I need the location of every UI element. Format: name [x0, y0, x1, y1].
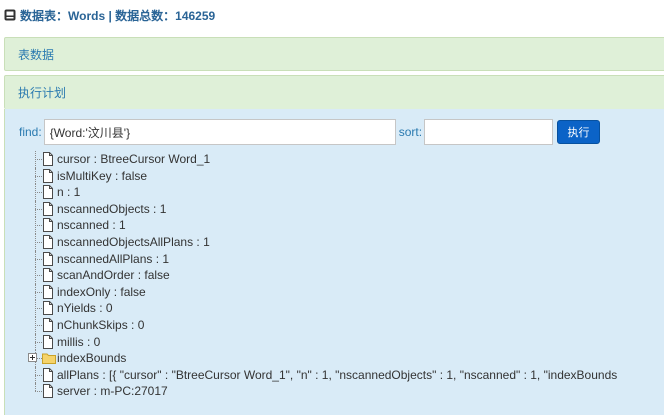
file-icon: [42, 201, 54, 216]
tree-elbow-line: [35, 374, 42, 376]
file-icon: [42, 334, 54, 349]
tree-node[interactable]: allPlans : [{ "cursor" : "BtreeCursor Wo…: [25, 366, 664, 384]
tree-elbow-line: [35, 258, 42, 260]
file-icon: [42, 284, 54, 299]
panel-table-data-label: 表数据: [18, 47, 55, 62]
panel-execution-plan-label: 执行计划: [18, 86, 67, 100]
panel-table-data[interactable]: 表数据: [4, 37, 664, 71]
folder-icon: [42, 352, 56, 366]
tree-node[interactable]: server : m-PC:27017: [25, 383, 664, 400]
tree-node-label: nscannedAllPlans : 1: [57, 251, 170, 266]
tree-node[interactable]: millis : 0: [25, 333, 664, 351]
tree-node[interactable]: cursor : BtreeCursor Word_1: [25, 151, 664, 168]
file-icon: [42, 268, 54, 283]
tree-node-label: nscanned : 1: [57, 218, 126, 233]
tree-elbow-line: [35, 175, 42, 177]
find-label: find:: [19, 125, 42, 139]
tree-node-label: scanAndOrder : false: [57, 268, 170, 283]
tree-node-label: nscannedObjects : 1: [57, 201, 167, 216]
file-icon: [42, 251, 54, 266]
tree-node-label: nYields : 0: [57, 301, 113, 316]
execution-plan-body: find: sort: 执行 cursor : BtreeCursor Word…: [4, 109, 664, 415]
page-title: 数据表：Words | 数据总数：146259: [20, 8, 216, 23]
tree-elbow-line: [35, 291, 42, 293]
tree-node[interactable]: indexOnly : false: [25, 283, 664, 301]
tree-node-label: n : 1: [57, 185, 81, 200]
tree-node[interactable]: n : 1: [25, 184, 664, 201]
tree-node[interactable]: nYields : 0: [25, 300, 664, 317]
tree-node[interactable]: nscannedObjectsAllPlans : 1: [25, 233, 664, 251]
query-bar: find: sort: 执行: [19, 119, 601, 145]
tree-elbow-line: [35, 391, 42, 393]
tree-elbow-line: [35, 275, 42, 277]
tree-elbow-line: [35, 208, 42, 210]
tree-elbow-line: [35, 324, 42, 326]
tree-node[interactable]: nscannedAllPlans : 1: [25, 250, 664, 268]
file-icon: [42, 185, 54, 200]
explain-tree: cursor : BtreeCursor Word_1 isMultiKey : …: [25, 151, 664, 400]
file-icon: [42, 168, 54, 183]
tree-node-label: cursor : BtreeCursor Word_1: [57, 152, 211, 166]
tree-node-label: allPlans : [{ "cursor" : "BtreeCursor Wo…: [57, 367, 618, 382]
tree-node-label: millis : 0: [57, 334, 101, 349]
tree-guide-line: [35, 383, 36, 392]
tree-node[interactable]: nscannedObjects : 1: [25, 200, 664, 218]
tree-node-label: nscannedObjectsAllPlans : 1: [57, 234, 210, 249]
tree-elbow-line: [35, 159, 42, 160]
find-input[interactable]: [43, 119, 396, 145]
tree-node[interactable]: scanAndOrder : false: [25, 267, 664, 284]
tree-elbow-line: [35, 341, 42, 343]
tree-elbow-line: [35, 241, 42, 243]
tree-node-label: isMultiKey : false: [57, 168, 148, 183]
title-bar: 数据表：Words | 数据总数：146259: [0, 0, 664, 30]
tree-node[interactable]: nscanned : 1: [25, 217, 664, 234]
tree-elbow-line: [35, 192, 42, 194]
sort-label: sort:: [398, 125, 423, 139]
file-icon: [42, 384, 54, 399]
tree-node[interactable]: isMultiKey : false: [25, 167, 664, 185]
tree-node-label: indexOnly : false: [57, 284, 146, 299]
panel-execution-plan[interactable]: 执行计划: [4, 75, 664, 109]
tree-node-label: indexBounds: [57, 351, 127, 366]
tree-node[interactable]: nChunkSkips : 0: [25, 316, 664, 334]
file-icon: [42, 152, 54, 166]
file-icon: [42, 301, 54, 316]
file-icon: [42, 317, 54, 332]
tree-node-label: server : m-PC:27017: [57, 384, 168, 399]
tree-elbow-line: [35, 225, 42, 227]
expand-plus-icon[interactable]: [28, 353, 37, 363]
file-icon: [42, 218, 54, 233]
tree-node-label: nChunkSkips : 0: [57, 317, 145, 332]
tree-elbow-line: [35, 308, 42, 310]
sort-input[interactable]: [424, 119, 554, 145]
database-icon: [4, 9, 16, 21]
tree-node[interactable]: indexBounds: [25, 350, 664, 367]
file-icon: [42, 234, 54, 249]
file-icon: [42, 367, 54, 382]
execute-button[interactable]: 执行: [557, 120, 601, 144]
